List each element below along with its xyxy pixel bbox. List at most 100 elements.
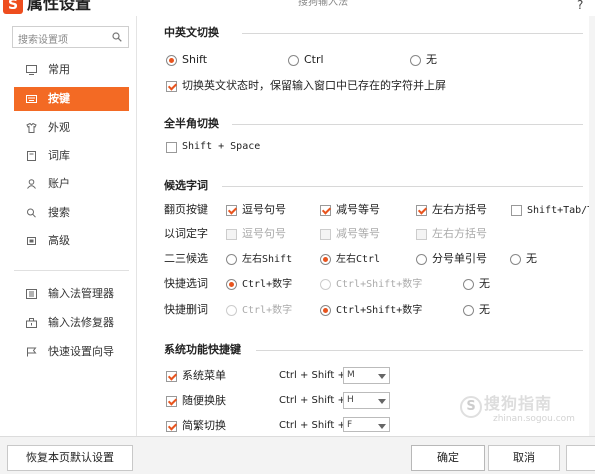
section-divider: [232, 124, 583, 125]
sidebar-item-label: 输入法修复器: [48, 316, 114, 329]
page-keys-minus-equal-checkbox[interactable]: [320, 205, 331, 216]
sidebar-item-ime-manager[interactable]: 输入法管理器: [14, 282, 129, 306]
row-label-word-to-char: 以词定字: [164, 227, 208, 240]
dropdown-value: F: [347, 420, 353, 430]
option-label: 左右方括号: [432, 227, 487, 240]
second-third-semicolon-radio[interactable]: [416, 254, 427, 265]
option-label: 左右Ctrl: [336, 254, 381, 265]
settings-search-input[interactable]: 搜索设置项: [12, 26, 129, 48]
watermark-url: zhinan.sogou.com: [493, 414, 575, 424]
search-icon[interactable]: [112, 32, 122, 42]
option-label: 无: [479, 277, 490, 290]
quick-select-ctrl-num-radio[interactable]: [226, 279, 237, 290]
option-label: Ctrl+数字: [242, 305, 293, 316]
hotkey-simp-trad-dropdown[interactable]: F: [343, 417, 390, 432]
sidebar-item-label: 快速设置向导: [48, 345, 114, 358]
page-keys-brackets-checkbox[interactable]: [416, 205, 427, 216]
cancel-button[interactable]: 取消: [488, 445, 560, 471]
sidebar-item-advanced[interactable]: 高级: [14, 229, 129, 253]
option-label: 左右方括号: [432, 203, 487, 216]
shift-space-checkbox[interactable]: [166, 142, 177, 153]
second-third-lr-shift-radio[interactable]: [226, 254, 237, 265]
row-label-quick-delete: 快捷删词: [164, 303, 208, 316]
quick-delete-ctrl-shift-num-radio[interactable]: [320, 305, 331, 316]
dialog-footer: 恢复本页默认设置 确定 取消: [0, 436, 595, 474]
commit-on-switch-label: 切换英文状态时，保留输入窗口中已存在的字符并上屏: [182, 79, 446, 92]
sidebar-item-search[interactable]: 搜索: [14, 201, 129, 225]
app-name: 搜狗输入法: [298, 0, 348, 8]
sidebar-item-label: 输入法管理器: [48, 287, 114, 300]
option-label: 逗号句号: [242, 203, 286, 216]
chevron-down-icon: [378, 374, 386, 379]
hotkey-prefix: Ctrl + Shift +: [279, 395, 346, 406]
radio-none[interactable]: [410, 55, 421, 66]
chevron-down-icon: [378, 399, 386, 404]
settings-panel: 中英文切换 Shift Ctrl 无 切换英文状态时，保留输入窗口中已存在的字符…: [138, 16, 595, 436]
radio-label: 无: [426, 53, 437, 66]
monitor-icon: [26, 65, 37, 75]
hotkey-label: 随便换肤: [182, 394, 226, 407]
word-to-char-minus-equal-checkbox[interactable]: [320, 229, 331, 240]
hotkey-random-skin-dropdown[interactable]: H: [343, 392, 390, 409]
manager-icon: [26, 289, 37, 299]
option-label: Ctrl+Shift+数字: [336, 305, 423, 316]
page-keys-comma-period-checkbox[interactable]: [226, 205, 237, 216]
quick-select-ctrl-shift-num-radio[interactable]: [320, 279, 331, 290]
apply-button[interactable]: [566, 445, 595, 471]
word-to-char-brackets-checkbox[interactable]: [416, 229, 427, 240]
sidebar-item-setup-wizard[interactable]: 快速设置向导: [14, 340, 129, 364]
sogou-logo-icon: S: [3, 0, 23, 14]
restore-defaults-button[interactable]: 恢复本页默认设置: [7, 445, 133, 471]
second-third-none-radio[interactable]: [510, 254, 521, 265]
sidebar-item-label: 搜索: [48, 206, 70, 219]
option-label: Shift+Tab/Tab: [527, 205, 589, 216]
hotkey-simp-trad-checkbox[interactable]: [166, 421, 177, 432]
sidebar-item-appearance[interactable]: 外观: [14, 116, 129, 140]
radio-ctrl[interactable]: [288, 55, 299, 66]
chevron-down-icon: [378, 424, 386, 429]
sidebar-item-common[interactable]: 常用: [14, 58, 129, 82]
person-icon: [27, 179, 36, 189]
sidebar-item-keys[interactable]: 按键: [14, 87, 129, 111]
word-to-char-comma-period-checkbox[interactable]: [226, 229, 237, 240]
flag-icon: [27, 347, 37, 357]
option-label: 无: [479, 303, 490, 316]
page-keys-tab-checkbox[interactable]: [511, 205, 522, 216]
hotkey-prefix: Ctrl + Shift +: [279, 370, 346, 381]
sidebar-item-account[interactable]: 账户: [14, 172, 129, 196]
radio-shift[interactable]: [166, 55, 177, 66]
section-title-candidate: 候选字词: [164, 179, 208, 192]
sidebar-item-label: 高级: [48, 234, 70, 247]
quick-delete-none-radio[interactable]: [463, 305, 474, 316]
quick-select-none-radio[interactable]: [463, 279, 474, 290]
sidebar: 搜索设置项 常用 按键 外观 词库 账户 搜索 高级 输入法管理器 输入法修复器: [0, 16, 137, 436]
help-button[interactable]: ?: [577, 0, 583, 13]
radio-label: Shift: [182, 53, 208, 66]
commit-on-switch-checkbox[interactable]: [166, 81, 177, 92]
advanced-icon: [27, 237, 36, 245]
ok-button[interactable]: 确定: [411, 445, 485, 471]
section-title-hotkeys: 系统功能快捷键: [164, 343, 241, 356]
hotkey-random-skin-checkbox[interactable]: [166, 396, 177, 407]
dropdown-value: H: [347, 395, 354, 405]
window-title: 属性设置: [27, 0, 92, 13]
search-icon: [27, 208, 36, 218]
second-third-lr-ctrl-radio[interactable]: [320, 254, 331, 265]
row-label-second-third: 二三候选: [164, 252, 208, 265]
radio-label: Ctrl: [304, 53, 324, 66]
sidebar-item-ime-repair[interactable]: 输入法修复器: [14, 311, 129, 335]
sidebar-item-label: 词库: [48, 149, 70, 162]
option-label: 左右Shift: [242, 254, 293, 265]
vertical-scrollbar[interactable]: [589, 16, 595, 436]
quick-delete-ctrl-num-radio[interactable]: [226, 305, 237, 316]
section-title-width-switch: 全半角切换: [164, 117, 219, 130]
hotkey-system-menu-checkbox[interactable]: [166, 371, 177, 382]
hotkey-label: 系统菜单: [182, 369, 226, 382]
section-title-lang-switch: 中英文切换: [164, 26, 219, 39]
sidebar-item-lexicon[interactable]: 词库: [14, 144, 129, 168]
section-divider: [256, 350, 583, 351]
watermark-logo: S: [460, 396, 482, 418]
hotkey-system-menu-dropdown[interactable]: M: [343, 367, 390, 384]
book-icon: [27, 151, 36, 161]
title-bar: S 属性设置 搜狗输入法 ?: [0, 0, 595, 16]
